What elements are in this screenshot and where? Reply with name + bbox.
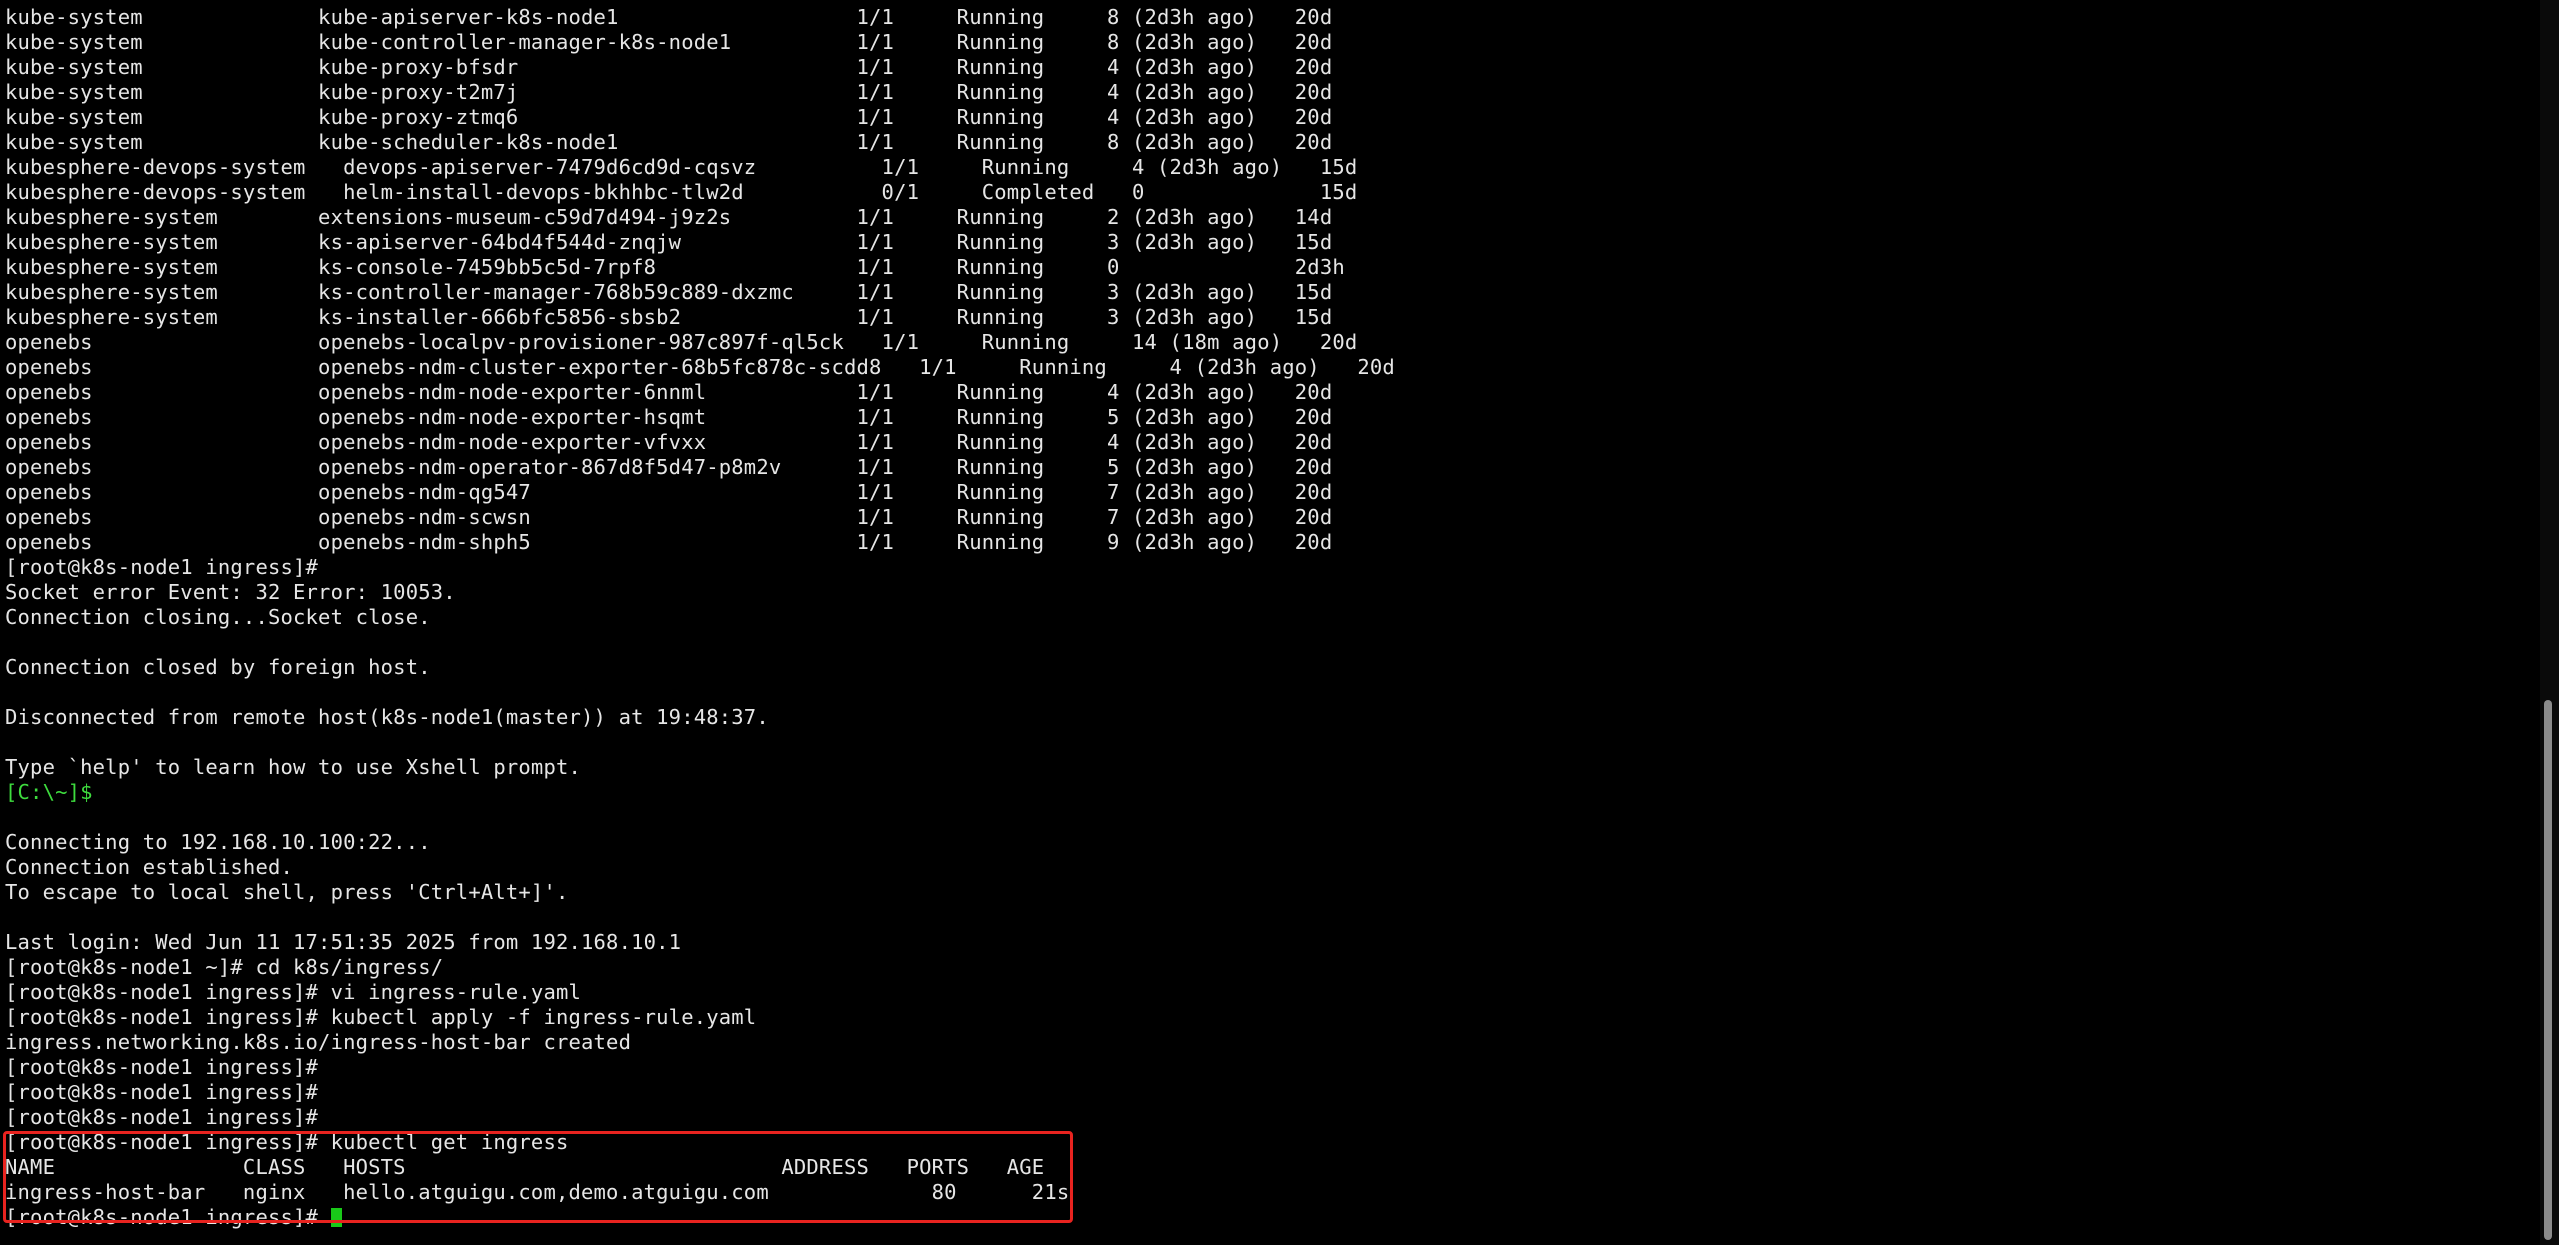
terminal-line: kubesphere-system ks-controller-manager-…	[5, 280, 1395, 305]
terminal-line: [root@k8s-node1 ingress]# kubectl apply …	[5, 1005, 1395, 1030]
terminal-line: kubesphere-system ks-installer-666bfc585…	[5, 305, 1395, 330]
terminal-line-text: Connecting to 192.168.10.100:22...	[5, 830, 431, 854]
terminal-line: Connection closing...Socket close.	[5, 605, 1395, 630]
terminal-line: kube-system kube-proxy-bfsdr 1/1 Running…	[5, 55, 1395, 80]
terminal-line-text: Last login: Wed Jun 11 17:51:35 2025 fro…	[5, 930, 682, 954]
terminal-line-text: Disconnected from remote host(k8s-node1(…	[5, 705, 769, 729]
terminal-line: [root@k8s-node1 ingress]#	[5, 555, 1395, 580]
terminal-line: openebs openebs-ndm-node-exporter-6nnml …	[5, 380, 1395, 405]
terminal-line: NAME CLASS HOSTS ADDRESS PORTS AGE	[5, 1155, 1395, 1180]
terminal-line: kube-system kube-controller-manager-k8s-…	[5, 30, 1395, 55]
terminal-line: [root@k8s-node1 ingress]#	[5, 1205, 1395, 1230]
terminal-line-text: NAME CLASS HOSTS ADDRESS PORTS AGE	[5, 1155, 1045, 1179]
terminal-line: [root@k8s-node1 ~]# cd k8s/ingress/	[5, 955, 1395, 980]
terminal-line-text: openebs openebs-ndm-node-exporter-hsqmt …	[5, 405, 1333, 429]
terminal-line-text: openebs openebs-ndm-shph5 1/1 Running 9 …	[5, 530, 1333, 554]
terminal-line: Last login: Wed Jun 11 17:51:35 2025 fro…	[5, 930, 1395, 955]
terminal-line: openebs openebs-ndm-cluster-exporter-68b…	[5, 355, 1395, 380]
terminal-line-text: kubesphere-system ks-console-7459bb5c5d-…	[5, 255, 1345, 279]
terminal-line: [root@k8s-node1 ingress]#	[5, 1055, 1395, 1080]
terminal-line-text: kube-system kube-proxy-bfsdr 1/1 Running…	[5, 55, 1333, 79]
terminal-line-text: [root@k8s-node1 ingress]#	[5, 1080, 319, 1104]
terminal-line-text: kubesphere-system ks-apiserver-64bd4f544…	[5, 230, 1333, 254]
terminal-line-text: openebs openebs-ndm-scwsn 1/1 Running 7 …	[5, 505, 1333, 529]
terminal-line: kubesphere-devops-system devops-apiserve…	[5, 155, 1395, 180]
terminal-output[interactable]: kube-system kube-apiserver-k8s-node1 1/1…	[0, 0, 2540, 1245]
terminal-line: Connecting to 192.168.10.100:22...	[5, 830, 1395, 855]
terminal-line: openebs openebs-ndm-node-exporter-hsqmt …	[5, 405, 1395, 430]
terminal-line-text: kubesphere-devops-system devops-apiserve…	[5, 155, 1358, 179]
terminal-line-text: Connection closed by foreign host.	[5, 655, 431, 679]
terminal-line: [root@k8s-node1 ingress]#	[5, 1105, 1395, 1130]
terminal-line: To escape to local shell, press 'Ctrl+Al…	[5, 880, 1395, 905]
terminal-line: Connection established.	[5, 855, 1395, 880]
terminal-line: kube-system kube-scheduler-k8s-node1 1/1…	[5, 130, 1395, 155]
terminal-line-text: ingress-host-bar nginx hello.atguigu.com…	[5, 1180, 1070, 1204]
terminal-line-text: [root@k8s-node1 ingress]#	[5, 1205, 331, 1229]
terminal-line-text: openebs openebs-ndm-qg547 1/1 Running 7 …	[5, 480, 1333, 504]
terminal-line: kubesphere-system ks-console-7459bb5c5d-…	[5, 255, 1395, 280]
terminal-line-text: [root@k8s-node1 ingress]# kubectl apply …	[5, 1005, 757, 1029]
terminal-lines: kube-system kube-apiserver-k8s-node1 1/1…	[5, 5, 1395, 1230]
terminal-line: [root@k8s-node1 ingress]# kubectl get in…	[5, 1130, 1395, 1155]
terminal-line: Disconnected from remote host(k8s-node1(…	[5, 705, 1395, 730]
terminal-line-text: kube-system kube-proxy-ztmq6 1/1 Running…	[5, 105, 1333, 129]
terminal-line-text: ingress.networking.k8s.io/ingress-host-b…	[5, 1030, 632, 1054]
terminal-line-text: openebs openebs-localpv-provisioner-987c…	[5, 330, 1358, 354]
terminal-line-text: Socket error Event: 32 Error: 10053.	[5, 580, 456, 604]
terminal-line-text: kube-system kube-apiserver-k8s-node1 1/1…	[5, 5, 1333, 29]
terminal-line-text: openebs openebs-ndm-node-exporter-vfvxx …	[5, 430, 1333, 454]
terminal-line: [root@k8s-node1 ingress]# vi ingress-rul…	[5, 980, 1395, 1005]
terminal-line: openebs openebs-ndm-qg547 1/1 Running 7 …	[5, 480, 1395, 505]
terminal-line-text: kubesphere-system extensions-museum-c59d…	[5, 205, 1333, 229]
terminal-line-text: [root@k8s-node1 ingress]# vi ingress-rul…	[5, 980, 582, 1004]
terminal-line: kubesphere-system ks-apiserver-64bd4f544…	[5, 230, 1395, 255]
terminal-line-text: [root@k8s-node1 ingress]#	[5, 1055, 319, 1079]
terminal-line-text: openebs openebs-ndm-operator-867d8f5d47-…	[5, 455, 1333, 479]
terminal-line-text: To escape to local shell, press 'Ctrl+Al…	[5, 880, 569, 904]
terminal-line: openebs openebs-localpv-provisioner-987c…	[5, 330, 1395, 355]
terminal-line-text: kube-system kube-proxy-t2m7j 1/1 Running…	[5, 80, 1333, 104]
terminal-line-text: openebs openebs-ndm-node-exporter-6nnml …	[5, 380, 1333, 404]
terminal-line: openebs openebs-ndm-operator-867d8f5d47-…	[5, 455, 1395, 480]
terminal-line-text: [root@k8s-node1 ingress]#	[5, 555, 319, 579]
terminal-line-text: kube-system kube-controller-manager-k8s-…	[5, 30, 1333, 54]
terminal-line: Socket error Event: 32 Error: 10053.	[5, 580, 1395, 605]
terminal-line: [C:\~]$	[5, 780, 1395, 805]
terminal-line: kube-system kube-proxy-t2m7j 1/1 Running…	[5, 80, 1395, 105]
terminal-line: ingress.networking.k8s.io/ingress-host-b…	[5, 1030, 1395, 1055]
terminal-scrollbar[interactable]	[2540, 0, 2559, 1245]
text-cursor	[330, 1208, 342, 1227]
terminal-line: Connection closed by foreign host.	[5, 655, 1395, 680]
terminal-line-text: kubesphere-system ks-controller-manager-…	[5, 280, 1333, 304]
terminal-line-text: openebs openebs-ndm-cluster-exporter-68b…	[5, 355, 1395, 379]
terminal-line: openebs openebs-ndm-shph5 1/1 Running 9 …	[5, 530, 1395, 555]
scrollbar-thumb[interactable]	[2544, 700, 2552, 1240]
terminal-line: kubesphere-system extensions-museum-c59d…	[5, 205, 1395, 230]
terminal-line-text: kubesphere-devops-system helm-install-de…	[5, 180, 1358, 204]
terminal-line-text: Type `help' to learn how to use Xshell p…	[5, 755, 582, 779]
terminal-line-text: [root@k8s-node1 ingress]# kubectl get in…	[5, 1130, 569, 1154]
terminal-line-text: Connection established.	[5, 855, 294, 879]
terminal-line: kubesphere-devops-system helm-install-de…	[5, 180, 1395, 205]
terminal-line-text: kubesphere-system ks-installer-666bfc585…	[5, 305, 1333, 329]
terminal-line-text: Connection closing...Socket close.	[5, 605, 431, 629]
terminal-line: openebs openebs-ndm-scwsn 1/1 Running 7 …	[5, 505, 1395, 530]
terminal-line: Type `help' to learn how to use Xshell p…	[5, 755, 1395, 780]
terminal-line-text: [C:\~]$	[5, 780, 93, 804]
terminal-line-text: [root@k8s-node1 ~]# cd k8s/ingress/	[5, 955, 444, 979]
terminal-line: ingress-host-bar nginx hello.atguigu.com…	[5, 1180, 1395, 1205]
terminal-line-text: kube-system kube-scheduler-k8s-node1 1/1…	[5, 130, 1333, 154]
terminal-line: openebs openebs-ndm-node-exporter-vfvxx …	[5, 430, 1395, 455]
terminal-line: [root@k8s-node1 ingress]#	[5, 1080, 1395, 1105]
terminal-line: kube-system kube-apiserver-k8s-node1 1/1…	[5, 5, 1395, 30]
terminal-line: kube-system kube-proxy-ztmq6 1/1 Running…	[5, 105, 1395, 130]
terminal-line-text: [root@k8s-node1 ingress]#	[5, 1105, 319, 1129]
